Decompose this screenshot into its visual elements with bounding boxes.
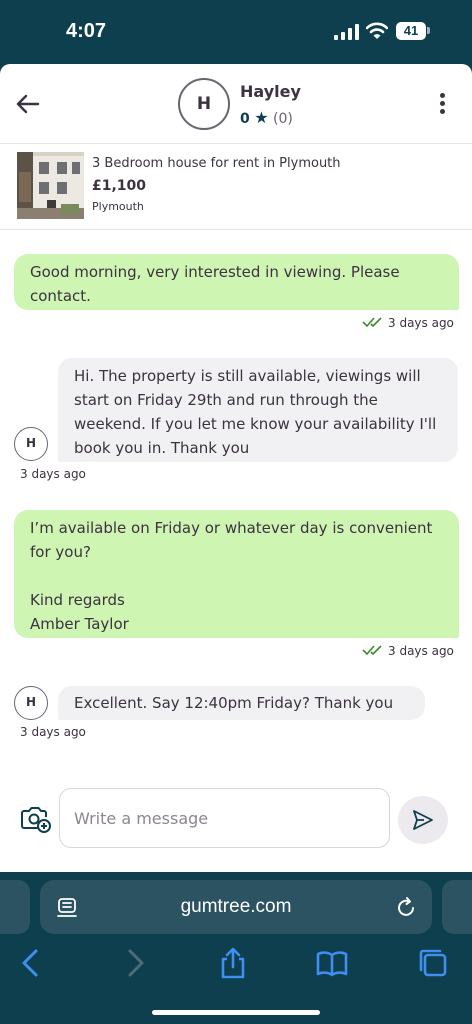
- message-time: 3 days ago: [388, 644, 454, 658]
- message-text: Hi. The property is still available, vie…: [74, 367, 437, 457]
- forward-icon[interactable]: [118, 946, 152, 980]
- chat-screen: H Hayley 0 ★ (0) 3 Bedroom house for ren…: [0, 64, 472, 872]
- sender-avatar: H: [14, 686, 48, 720]
- message-time: 3 days ago: [20, 467, 86, 481]
- seller-name[interactable]: Hayley: [240, 82, 301, 101]
- message-time: 3 days ago: [388, 316, 454, 330]
- seller-rating: 0 ★ (0): [240, 108, 293, 127]
- star-icon: ★: [254, 108, 269, 127]
- url-text: gumtree.com: [180, 896, 292, 917]
- status-bar: 4:07 41: [0, 0, 472, 64]
- listing-summary[interactable]: 3 Bedroom house for rent in Plymouth £1,…: [0, 144, 472, 230]
- chat-header: H Hayley 0 ★ (0): [0, 64, 472, 144]
- sent-message: Good morning, very interested in viewing…: [14, 254, 459, 310]
- battery-tip: [427, 27, 430, 34]
- clock: 4:07: [66, 20, 107, 42]
- listing-location: Plymouth: [92, 200, 144, 213]
- signal-icon: [334, 24, 359, 40]
- tabs-icon[interactable]: [416, 946, 450, 980]
- message-text: Good morning, very interested in viewing…: [30, 263, 400, 305]
- battery-icon: 41: [396, 22, 426, 40]
- message-status: 3 days ago: [362, 644, 454, 658]
- double-check-icon: [362, 317, 382, 328]
- message-time: 3 days ago: [20, 725, 86, 739]
- message-line: Kind regards: [30, 591, 125, 609]
- listing-title: 3 Bedroom house for rent in Plymouth: [92, 156, 341, 171]
- more-options-icon[interactable]: [432, 90, 452, 120]
- home-indicator: [152, 1010, 320, 1015]
- rating-count: (0): [273, 111, 293, 127]
- reload-icon[interactable]: [394, 895, 418, 919]
- message-line: Amber Taylor: [30, 615, 129, 633]
- battery-level: 41: [403, 23, 419, 38]
- browser-toolbar: gumtree.com: [0, 872, 472, 1024]
- sender-avatar: H: [14, 427, 48, 461]
- rating-value: 0: [240, 111, 250, 127]
- message-text: Excellent. Say 12:40pm Friday? Thank you: [74, 694, 394, 712]
- received-message: Excellent. Say 12:40pm Friday? Thank you: [58, 686, 425, 720]
- wifi-icon: [366, 22, 388, 39]
- previous-tab-peek[interactable]: [0, 880, 30, 934]
- double-check-icon: [362, 645, 382, 656]
- address-bar[interactable]: gumtree.com: [40, 880, 432, 934]
- listing-thumbnail: [17, 152, 84, 219]
- message-status: 3 days ago: [362, 316, 454, 330]
- send-icon: [413, 810, 433, 830]
- message-line: [30, 564, 443, 588]
- received-message: Hi. The property is still available, vie…: [58, 358, 458, 462]
- add-photo-icon[interactable]: [20, 802, 52, 834]
- send-button[interactable]: [398, 796, 448, 844]
- share-icon[interactable]: [216, 946, 250, 980]
- back-icon[interactable]: [14, 946, 48, 980]
- seller-avatar[interactable]: H: [178, 78, 230, 130]
- next-tab-peek[interactable]: [442, 880, 472, 934]
- message-line: I’m available on Friday or whatever day …: [30, 519, 433, 561]
- bookmarks-icon[interactable]: [315, 946, 349, 980]
- listing-price: £1,100: [92, 178, 147, 194]
- back-arrow-icon[interactable]: [14, 92, 42, 116]
- sent-message: I’m available on Friday or whatever day …: [14, 510, 459, 638]
- message-input[interactable]: [59, 788, 390, 848]
